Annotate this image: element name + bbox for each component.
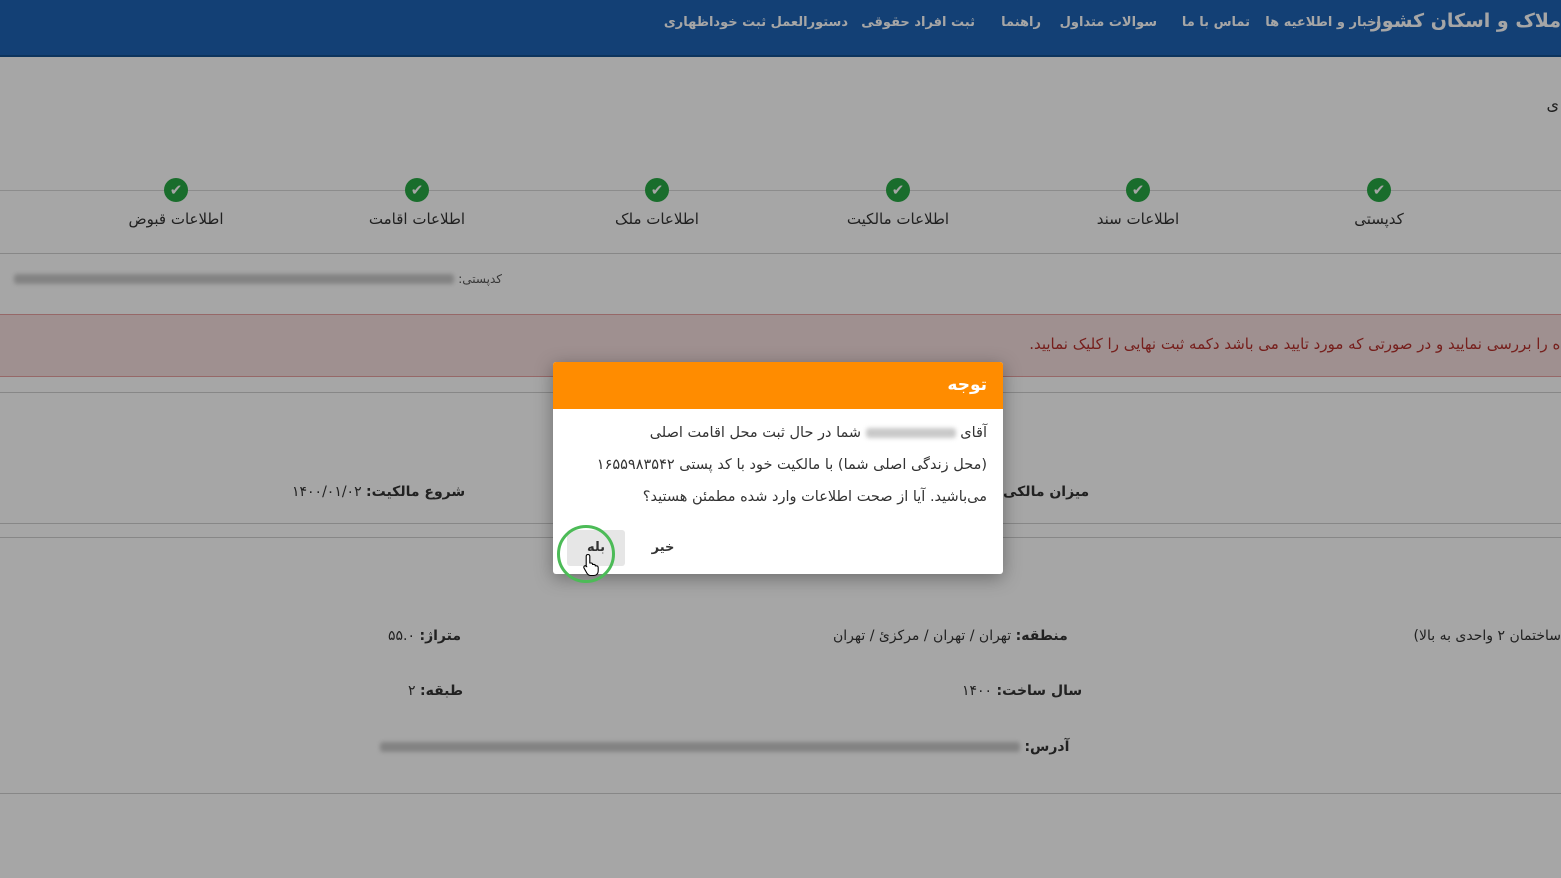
no-button[interactable]: خیر <box>641 530 685 566</box>
dialog-buttons: بله خیر <box>553 530 1003 566</box>
dialog-line-1: آقای شما در حال ثبت محل اقامت اصلی <box>569 417 987 449</box>
confirm-dialog: توجه آقای شما در حال ثبت محل اقامت اصلی … <box>553 362 1003 574</box>
dialog-line-2: (محل زندگی اصلی شما) با مالکیت خود با کد… <box>596 457 987 473</box>
dialog-text: شما در حال ثبت محل اقامت اصلی <box>649 425 862 441</box>
honorific: آقای <box>960 425 987 441</box>
dialog-line-3: می‌باشید. آیا از صحت اطلاعات وارد شده مط… <box>642 489 987 505</box>
dialog-title: توجه <box>553 362 1003 409</box>
hand-cursor-icon <box>583 553 599 577</box>
redacted-name <box>865 428 956 438</box>
dialog-message: آقای شما در حال ثبت محل اقامت اصلی (محل … <box>553 409 1003 513</box>
